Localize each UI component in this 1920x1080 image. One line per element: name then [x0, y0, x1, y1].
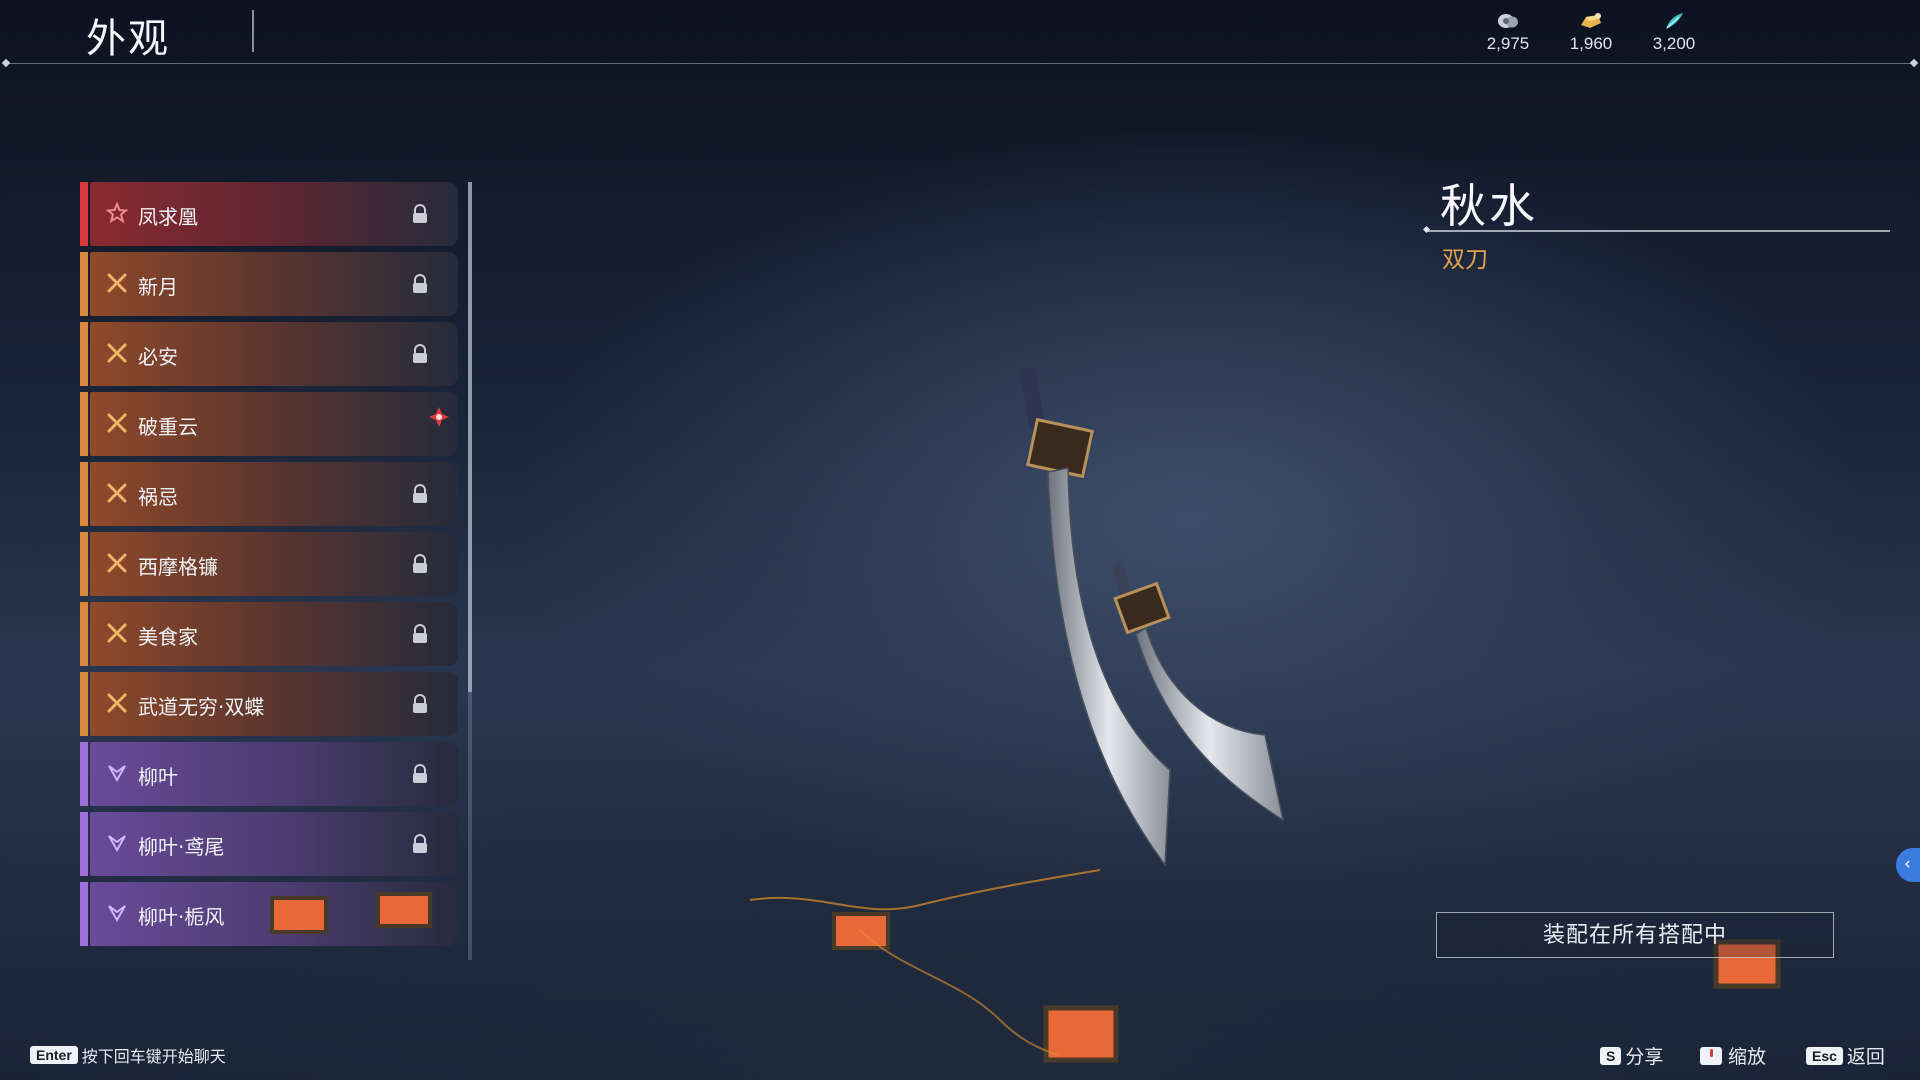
esc-key-badge: Esc [1806, 1046, 1843, 1065]
skin-list-item[interactable]: 新月 [80, 252, 458, 316]
skin-label: 美食家 [138, 625, 198, 649]
lantern-decoration [270, 896, 328, 934]
chevron-left-icon: ‹ [1904, 854, 1911, 874]
lantern-decoration [376, 892, 432, 928]
rarity-bar [80, 672, 88, 736]
lock-icon [413, 764, 427, 783]
rarity-bar [80, 812, 88, 876]
currency-gold: 1,960 [1551, 10, 1631, 54]
cross-emblem-icon [107, 553, 127, 573]
list-scrollbar[interactable] [468, 182, 472, 960]
skin-list-item[interactable]: 凤求凰 [80, 182, 458, 246]
skin-list-item[interactable]: 祸忌 [80, 462, 458, 526]
skin-label: 柳叶·栀风 [138, 905, 225, 929]
weapon-type: 双刀 [1442, 247, 1488, 273]
mouse-scroll-icon [1700, 1046, 1722, 1065]
skin-name: 秋水 [1440, 179, 1538, 233]
coin-cloud-icon [1498, 14, 1518, 28]
page-title: 外观 [86, 16, 170, 62]
skin-label: 柳叶·鸢尾 [138, 835, 225, 859]
chat-hint-text: 按下回车键开始聊天 [81, 1047, 226, 1066]
cross-emblem-icon [107, 623, 127, 643]
currency-jade-value: 3,200 [1652, 34, 1696, 53]
skin-label: 武道无穷·双蝶 [138, 695, 265, 719]
side-panel-toggle[interactable]: ‹ [1896, 848, 1920, 882]
header-rule [8, 63, 1912, 64]
jade-feather-icon [1666, 13, 1683, 29]
lock-icon [413, 624, 427, 643]
weapon-model-dual-blades[interactable] [960, 350, 1380, 890]
back-label: 返回 [1846, 1046, 1885, 1068]
skin-label: 西摩格镰 [138, 555, 218, 579]
skin-list-item[interactable]: 柳叶·鸢尾 [80, 812, 458, 876]
rarity-bar [80, 882, 88, 946]
lock-icon [413, 484, 427, 503]
name-divider [1426, 230, 1890, 232]
skin-label: 凤求凰 [138, 205, 198, 229]
leaf-emblem-icon [108, 835, 126, 853]
lock-icon [413, 554, 427, 573]
skin-list[interactable]: 凤求凰新月必安破重云祸忌西摩格镰美食家武道无穷·双蝶 柳叶柳叶·鸢尾柳叶·栀风 [80, 182, 470, 960]
glowing-crack-decoration [749, 869, 1101, 1056]
cross-emblem-icon [107, 413, 127, 433]
skin-list-item[interactable]: 武道无穷·双蝶 [80, 672, 458, 736]
back-button[interactable]: Esc 返回 [1806, 1042, 1885, 1068]
skin-label: 祸忌 [138, 485, 178, 509]
gold-ingot-icon [1581, 13, 1601, 28]
rarity-bar [80, 532, 88, 596]
chat-hint: Enter 按下回车键开始聊天 [30, 1043, 226, 1067]
lock-icon [413, 204, 427, 223]
rarity-bar [80, 322, 88, 386]
currency-jade: 3,200 [1634, 10, 1714, 54]
skin-label: 必安 [138, 345, 178, 369]
skin-list-item[interactable]: 破重云 [80, 392, 458, 456]
lock-icon [413, 344, 427, 363]
leaf-emblem-icon [108, 905, 126, 923]
enter-key-badge: Enter [30, 1046, 78, 1064]
equip-all-button[interactable]: 装配在所有搭配中 [1436, 912, 1834, 958]
rule-ornament [1909, 58, 1919, 68]
share-label: 分享 [1625, 1046, 1664, 1068]
s-key-badge: S [1600, 1046, 1622, 1065]
cross-emblem-icon [107, 273, 127, 293]
top-bar: 外观 2,975 1,960 3,200 [0, 0, 1920, 68]
leaf-emblem-icon [108, 765, 126, 783]
skin-list-item[interactable]: 西摩格镰 [80, 532, 458, 596]
rarity-bar [80, 252, 88, 316]
rarity-bar [80, 602, 88, 666]
star-emblem-icon [106, 202, 128, 224]
rarity-bar [80, 462, 88, 526]
rarity-bar [80, 182, 88, 246]
skin-label: 新月 [138, 275, 178, 299]
currency-coins-value: 2,975 [1486, 34, 1530, 53]
skin-list-item[interactable]: 必安 [80, 322, 458, 386]
zoom-label: 缩放 [1728, 1046, 1767, 1068]
skin-list-item[interactable]: 美食家 [80, 602, 458, 666]
skin-label: 破重云 [138, 415, 198, 439]
rarity-bar [80, 392, 88, 456]
rule-ornament [1, 58, 11, 68]
skin-list-item[interactable]: 柳叶 [80, 742, 458, 806]
cross-emblem-icon [107, 483, 127, 503]
equipped-marker-icon [429, 407, 449, 427]
cross-emblem-icon [107, 343, 127, 363]
share-button[interactable]: S 分享 [1600, 1042, 1663, 1068]
skin-label: 柳叶 [138, 765, 178, 789]
cross-emblem-icon [107, 693, 127, 713]
lock-icon [413, 834, 427, 853]
lock-icon [413, 694, 427, 713]
title-separator [252, 10, 254, 52]
currency-gold-value: 1,960 [1569, 34, 1613, 53]
currency-coins: 2,975 [1468, 10, 1548, 54]
rarity-bar [80, 742, 88, 806]
scrollbar-thumb[interactable] [468, 182, 472, 692]
lock-icon [413, 274, 427, 293]
zoom-button[interactable]: 缩放 [1698, 1042, 1766, 1068]
